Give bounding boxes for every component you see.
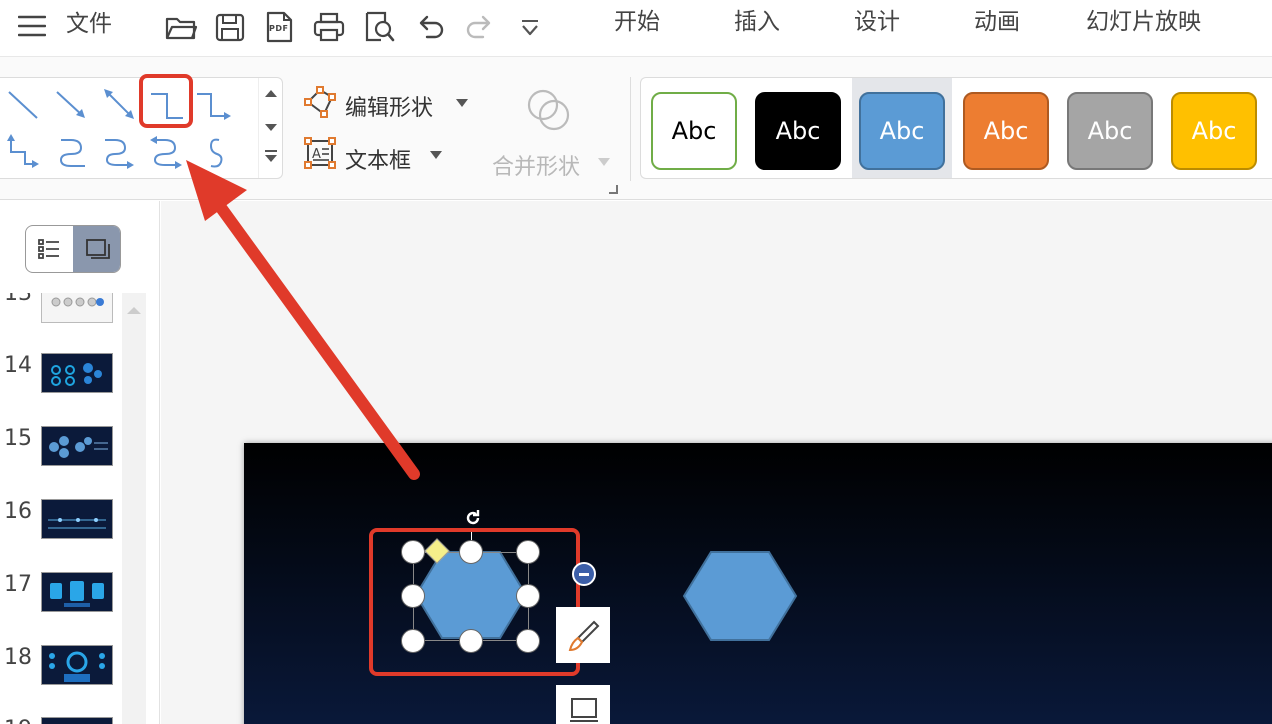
chevron-down-icon <box>456 99 468 107</box>
app-window: 文件 PDF 开始 插入 设计 动画 幻灯片放映 编辑形状 A 文本框 合并形状… <box>0 0 1272 724</box>
tab-animation[interactable]: 动画 <box>974 11 1020 34</box>
export-pdf-icon[interactable]: PDF <box>262 10 296 44</box>
layout-options-icon[interactable] <box>572 562 596 586</box>
slide-number: 18 <box>4 645 32 670</box>
slide-thumbnail[interactable] <box>41 293 113 323</box>
merge-shapes-label: 合并形状 <box>492 155 581 180</box>
hamburger-menu-icon[interactable] <box>17 14 47 38</box>
menu-bar: 文件 PDF 开始 插入 设计 动画 幻灯片放映 <box>0 0 1272 56</box>
edit-shape-icon <box>304 86 336 118</box>
hexagon-shape[interactable] <box>681 549 799 643</box>
format-brush-button[interactable] <box>556 607 610 663</box>
text-box-button[interactable]: A 文本框 <box>302 135 452 174</box>
slide-number: 14 <box>4 353 32 378</box>
rotate-handle-icon[interactable] <box>463 508 483 528</box>
slide-thumbnail[interactable] <box>41 645 113 685</box>
customize-toolbar-icon[interactable] <box>513 10 547 44</box>
paint-brush-icon <box>568 620 600 652</box>
view-toggle <box>25 225 121 273</box>
gallery-expand-icon[interactable] <box>265 150 277 164</box>
pdf-label: PDF <box>269 24 289 33</box>
curved-double-arrow-connector-icon[interactable] <box>147 132 187 172</box>
style-tile-orange[interactable]: Abc <box>963 92 1049 170</box>
slide-number: 15 <box>4 426 32 451</box>
chevron-down-icon <box>430 151 442 159</box>
slide-thumbnail[interactable] <box>41 572 113 612</box>
style-tile-gray[interactable]: Abc <box>1067 92 1153 170</box>
merge-shapes-button[interactable]: 合并形状 <box>488 83 618 183</box>
curved-arrow-connector-icon[interactable] <box>99 132 139 172</box>
annotation-highlight-box <box>139 74 193 128</box>
slide-thumbnail[interactable] <box>41 717 113 724</box>
text-box-label: 文本框 <box>345 149 412 174</box>
elbow-double-arrow-connector-icon[interactable] <box>3 132 43 172</box>
outline-view-button[interactable] <box>26 226 73 272</box>
print-icon[interactable] <box>312 10 346 44</box>
tab-home[interactable]: 开始 <box>614 11 660 34</box>
slide-thumbnail[interactable] <box>41 499 113 539</box>
slide-thumbnail[interactable] <box>41 426 113 466</box>
style-tile-blue[interactable]: Abc <box>859 92 945 170</box>
slide-number: 19 <box>4 717 32 724</box>
tab-design[interactable]: 设计 <box>854 11 900 34</box>
list-icon <box>38 239 59 259</box>
gallery-scroll <box>258 78 282 178</box>
edit-shape-label: 编辑形状 <box>345 96 434 121</box>
save-icon[interactable] <box>213 10 247 44</box>
slide-canvas-area <box>161 201 1272 724</box>
dialog-launcher-icon[interactable] <box>609 185 618 194</box>
tab-slideshow[interactable]: 幻灯片放映 <box>1086 11 1201 34</box>
style-tile-outline-green[interactable]: Abc <box>651 92 737 170</box>
style-tile-black[interactable]: Abc <box>755 92 841 170</box>
elbow-arrow-connector-icon[interactable] <box>195 84 235 124</box>
annotation-highlight-box <box>369 528 580 676</box>
gallery-scroll-down-icon[interactable] <box>265 124 277 131</box>
slide-panel: 13 14 15 16 17 18 19 <box>0 201 160 724</box>
edit-shape-button[interactable]: 编辑形状 <box>302 83 482 121</box>
arrow-line-icon[interactable] <box>51 84 91 124</box>
slide-view-button[interactable] <box>73 226 120 272</box>
open-folder-icon[interactable] <box>164 10 198 44</box>
shape-style-button[interactable] <box>556 685 610 724</box>
thumbnail-scrollbar[interactable] <box>122 293 146 724</box>
slide-number: 17 <box>4 572 32 597</box>
text-box-icon: A <box>304 137 336 169</box>
freeform-curve-icon[interactable] <box>195 132 235 172</box>
print-preview-icon[interactable] <box>362 10 396 44</box>
straight-line-icon[interactable] <box>3 84 43 124</box>
tab-insert[interactable]: 插入 <box>734 11 780 34</box>
ribbon-divider <box>630 77 631 181</box>
style-tile-gold[interactable]: Abc <box>1171 92 1257 170</box>
slide-number: 13 <box>4 293 32 306</box>
merge-shapes-icon <box>527 89 570 131</box>
slide-thumbnail[interactable] <box>41 353 113 393</box>
curved-connector-icon[interactable] <box>51 132 91 172</box>
undo-icon[interactable] <box>413 10 447 44</box>
scroll-up-icon[interactable] <box>127 307 141 314</box>
ribbon: 编辑形状 A 文本框 合并形状 Abc Abc Abc Abc Abc Abc <box>0 56 1272 200</box>
file-menu[interactable]: 文件 <box>66 13 112 36</box>
double-arrow-line-icon[interactable] <box>99 84 139 124</box>
monitor-icon <box>570 698 598 722</box>
gallery-scroll-up-icon[interactable] <box>265 90 277 97</box>
slides-icon <box>86 239 110 259</box>
chevron-down-icon <box>598 158 610 166</box>
slide-number: 16 <box>4 499 32 524</box>
redo-icon[interactable] <box>463 10 497 44</box>
